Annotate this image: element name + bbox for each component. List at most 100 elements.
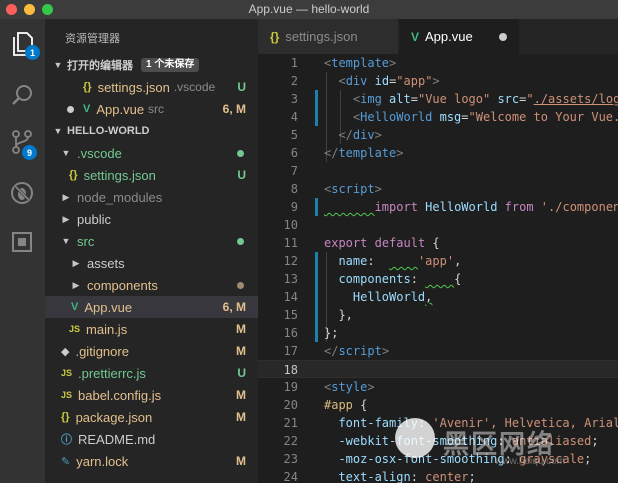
tree-item-label: main.js (86, 321, 128, 337)
tree-item-label: yarn.lock (76, 453, 129, 469)
code-text: #app { (324, 398, 368, 412)
tree-file[interactable]: {} settings.json U (45, 164, 258, 186)
code-line: 23 -moz-osx-font-smoothing: grayscale; (258, 450, 618, 468)
tree-file[interactable]: JS babel.config.js M (45, 384, 258, 406)
tree-item-label: package.json (75, 409, 153, 425)
tree-file[interactable]: ◆ .gitignore M (45, 340, 258, 362)
line-number: 9 (290, 200, 298, 214)
sidebar-title: 资源管理器 (65, 33, 120, 45)
search-activity[interactable] (6, 79, 38, 111)
line-number: 21 (283, 416, 298, 430)
current-code-line: 18 (258, 360, 618, 378)
code-editor[interactable]: 1 <template> 2 <div id="app"> 3 <img alt=… (258, 54, 618, 483)
no-bug-icon (11, 182, 33, 204)
code-text: import HelloWorld from './components/Hel… (374, 200, 618, 214)
open-editor-item[interactable]: {} settings.json .vscode U (45, 76, 258, 98)
tree-file[interactable]: JS .prettierrc.js U (45, 362, 258, 384)
line-number: 13 (283, 272, 298, 286)
code-line: 16}; (258, 324, 618, 342)
debug-activity[interactable] (6, 177, 38, 209)
project-label: HELLO-WORLD (67, 125, 150, 137)
tree-file[interactable]: {} package.json M (45, 406, 258, 428)
line-number: 19 (283, 380, 298, 394)
js-file-icon: JS (61, 368, 73, 378)
search-icon (12, 85, 32, 105)
open-editors-header[interactable]: ▼ 打开的编辑器 1 个未保存 (45, 54, 258, 76)
git-file-icon: ◆ (61, 345, 70, 358)
modified-gutter-marker (315, 90, 318, 108)
open-editor-name: App.vue (96, 101, 145, 117)
tree-file[interactable]: ⓘ README.md (45, 428, 258, 450)
code-line: 13 components: { (258, 270, 618, 288)
extensions-activity[interactable] (6, 226, 38, 258)
line-number: 8 (290, 182, 298, 196)
tab-settings-json[interactable]: {} settings.json (258, 19, 398, 54)
extensions-icon (12, 232, 32, 252)
tab-app-vue[interactable]: V App.vue (399, 19, 519, 54)
line-number: 4 (290, 110, 298, 124)
activity-bar: 1 9 (0, 19, 45, 483)
code-line: 7 (258, 162, 618, 180)
tree-folder[interactable]: ▶ public (45, 208, 258, 230)
project-header[interactable]: ▼ HELLO-WORLD (45, 120, 258, 142)
json-file-icon: {} (270, 29, 280, 44)
line-number: 12 (283, 254, 298, 268)
line-number: 18 (283, 363, 298, 377)
unsaved-dot-icon[interactable] (499, 33, 507, 41)
line-number: 17 (283, 344, 298, 358)
tree-file[interactable]: ✎ yarn.lock M (45, 450, 258, 472)
tree-file-selected[interactable]: V App.vue 6, M (45, 296, 258, 318)
unsaved-counter: 1 个未保存 (141, 58, 200, 72)
line-number: 3 (290, 92, 298, 106)
code-text: font-family: 'Avenir', Helvetica, Arial,… (338, 416, 618, 430)
tab-label: settings.json (285, 29, 358, 44)
status-badge: U (237, 366, 246, 380)
status-badge: U (237, 168, 246, 182)
code-text: <style> (324, 380, 375, 394)
status-badge: U (237, 80, 246, 94)
code-text: <HelloWorld msg="Welcome to Your Vue.js … (324, 110, 618, 124)
tree-item-label: README.md (78, 431, 156, 447)
code-line: 9 import HelloWorld from './components/H… (258, 198, 618, 216)
open-editors-label: 打开的编辑器 (67, 60, 133, 72)
code-line: 1 <template> (258, 54, 618, 72)
code-line: 11 export default { (258, 234, 618, 252)
explorer-activity[interactable]: 1 (6, 28, 40, 60)
code-text: }, (324, 308, 353, 322)
code-line: 6 </template> (258, 144, 618, 162)
open-editor-folder: src (148, 102, 165, 116)
tree-folder[interactable]: ▼ src (45, 230, 258, 252)
line-number: 24 (283, 470, 298, 483)
untracked-dot-icon (237, 149, 244, 157)
json-file-icon: {} (83, 81, 92, 93)
chevron-right-icon: ▶ (62, 213, 70, 224)
line-number: 2 (290, 74, 298, 88)
tree-folder[interactable]: ▶ components (45, 274, 258, 296)
code-text: <script> (324, 182, 382, 196)
tree-folder[interactable]: ▶ node_modules (45, 186, 258, 208)
line-number: 22 (283, 434, 298, 448)
tree-item-label: .gitignore (75, 343, 129, 359)
open-editor-item[interactable]: V App.vue src 6, M (45, 98, 258, 120)
code-line: 12 name: 'app', (258, 252, 618, 270)
open-editor-name: settings.json (97, 79, 170, 95)
line-number: 7 (290, 164, 298, 178)
source-control-activity[interactable]: 9 (6, 126, 38, 160)
line-number: 23 (283, 452, 298, 466)
tree-item-label: components (87, 277, 158, 293)
modified-gutter-marker (315, 270, 318, 288)
title-bar: App.vue — hello-world (0, 0, 618, 19)
tree-file[interactable]: JS main.js M (45, 318, 258, 340)
code-text: }; (324, 326, 339, 340)
tree-item-label: babel.config.js (78, 387, 162, 403)
js-file-icon: JS (69, 324, 81, 334)
chevron-right-icon: ▶ (72, 257, 80, 268)
tree-item-label: .vscode (77, 145, 122, 161)
status-badge: M (236, 410, 246, 424)
status-badge: M (236, 454, 246, 468)
modified-gutter-marker (315, 288, 318, 306)
tree-folder[interactable]: ▼ .vscode (45, 142, 258, 164)
tree-folder[interactable]: ▶ assets (45, 252, 258, 274)
code-line: 3 <img alt="Vue logo" src="./assets/logo… (258, 90, 618, 108)
line-number: 11 (283, 236, 298, 250)
